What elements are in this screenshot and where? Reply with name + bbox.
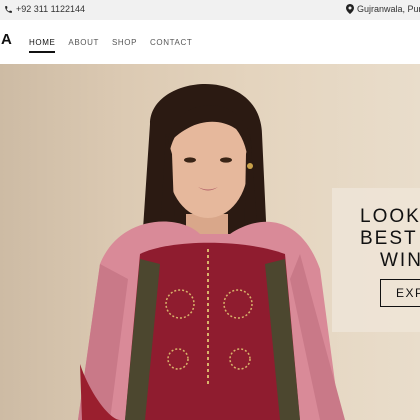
top-info-bar: +92 311 1122144 Gujranwala, Punja	[0, 0, 420, 20]
nav-about[interactable]: ABOUT	[68, 38, 99, 53]
hero-promo-card: LOOKBESTWIN EXP	[332, 188, 420, 332]
phone-icon	[4, 5, 13, 14]
phone-contact[interactable]: +92 311 1122144	[4, 4, 85, 14]
explore-button[interactable]: EXP	[380, 279, 420, 307]
main-nav: HOME ABOUT SHOP CONTACT	[29, 38, 205, 53]
site-header: A HOME ABOUT SHOP CONTACT	[0, 20, 420, 64]
brand-logo[interactable]: A	[1, 31, 13, 48]
location-text: Gujranwala, Punja	[357, 4, 420, 14]
map-pin-icon	[346, 4, 354, 14]
headline-line-3: WIN	[380, 250, 420, 271]
hero-banner: LOOKBESTWIN EXP	[0, 64, 420, 420]
nav-contact[interactable]: CONTACT	[150, 38, 192, 53]
headline-line-2: BEST	[360, 228, 418, 249]
hero-headline: LOOK BEST WIN	[360, 206, 420, 272]
nav-home[interactable]: HOME	[29, 38, 56, 53]
nav-shop[interactable]: SHOP	[112, 38, 137, 53]
phone-number: +92 311 1122144	[16, 4, 85, 14]
headline-line-1: LOOK	[360, 206, 420, 227]
store-location[interactable]: Gujranwala, Punja	[346, 4, 420, 14]
